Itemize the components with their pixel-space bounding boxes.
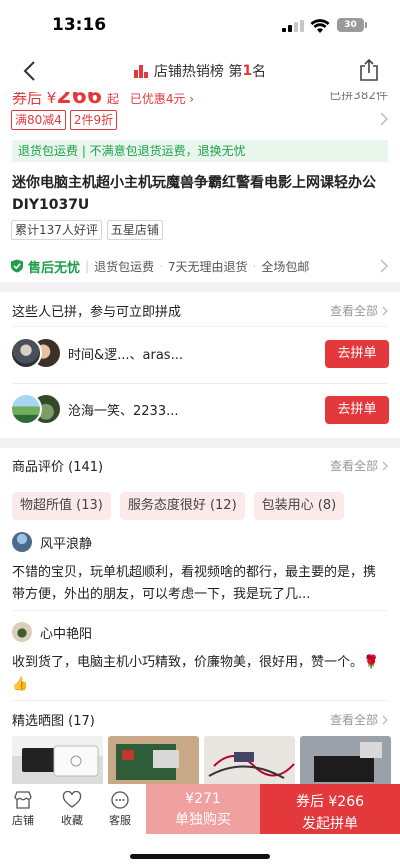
avatar: [12, 622, 32, 642]
group-row[interactable]: 时间&逻...、aras... 去拼单: [0, 327, 400, 381]
home-indicator[interactable]: [130, 854, 270, 859]
review-user-name: 风平浪静: [40, 536, 93, 552]
group-buy-section: 这些人已拼，参与可立即拼成 查看全部 时间&逻...、aras... 去拼单 沧…: [0, 292, 400, 438]
stat-tags: 累计137人好评 五星店铺: [11, 220, 163, 240]
reviews-section: 商品评价 (141) 查看全部 物超所值 (13) 服务态度很好 (12) 包装…: [0, 448, 400, 700]
review-user: 心中艳阳: [12, 622, 92, 642]
tab-favorite[interactable]: 收藏: [52, 784, 92, 834]
buy-single-button[interactable]: ¥271 单独购买: [146, 784, 260, 834]
view-all-label: 查看全部: [329, 713, 378, 727]
wifi-icon: [310, 19, 330, 33]
divider: [12, 700, 388, 701]
photo-strip: [12, 736, 391, 784]
review-user: 风平浪静: [12, 532, 92, 552]
group-price: 券后 ¥266: [295, 794, 365, 810]
product-info-card: 券后 ¥266 起 已优惠4元 › 已拼382件 满80减4 2件9折 退货包运…: [0, 92, 400, 282]
group-row[interactable]: 沧海一笑、2233... 去拼单: [0, 383, 400, 437]
service-item: 7天无理由退货: [167, 259, 248, 274]
photos-title: 精选晒图 (17): [12, 714, 95, 729]
share-icon[interactable]: [358, 58, 380, 82]
chevron-right-icon: [382, 715, 388, 724]
review-photo[interactable]: [204, 736, 295, 784]
chat-icon: [111, 791, 129, 809]
heart-icon: [62, 791, 82, 808]
group-avatars: [10, 393, 66, 427]
nav-bar: 店铺热销榜 第1名: [0, 50, 400, 92]
chevron-right-icon[interactable]: [380, 112, 388, 126]
return-shipping-banner[interactable]: 退货包运费 | 不满意包退货运费，退换无忧: [12, 140, 388, 162]
view-all-label: 查看全部: [329, 304, 378, 318]
nav-title-suffix: 名: [252, 64, 267, 80]
view-all-link[interactable]: 查看全部: [330, 302, 388, 319]
shield-check-icon: [11, 259, 23, 273]
single-label: 单独购买: [175, 812, 231, 828]
view-all-link[interactable]: 查看全部: [330, 711, 388, 728]
service-item: 全场包邮: [261, 259, 310, 274]
group-buy-title: 这些人已拼，参与可立即拼成: [12, 305, 182, 320]
status-bar: 13:16 30: [0, 0, 400, 50]
stat-tag-store[interactable]: 五星店铺: [106, 220, 163, 240]
review-photo[interactable]: [108, 736, 199, 784]
view-all-label: 查看全部: [329, 459, 378, 473]
tab-label: 收藏: [61, 814, 83, 827]
divider: [12, 610, 388, 611]
view-all-link[interactable]: 查看全部: [330, 457, 388, 474]
nav-title[interactable]: 店铺热销榜 第1名: [0, 50, 400, 92]
price-row: 券后 ¥266 起 已优惠4元 ›: [12, 92, 194, 109]
home-indicator-area: [0, 834, 400, 866]
review-photo[interactable]: [300, 736, 391, 784]
chevron-right-icon: [382, 461, 388, 470]
price-suffix: 起: [107, 92, 120, 106]
avatar: [12, 532, 32, 552]
avatar: [10, 337, 42, 369]
promo-tag[interactable]: 2件9折: [69, 110, 118, 130]
review-user-name: 心中艳阳: [40, 626, 93, 642]
avatar: [10, 393, 42, 425]
battery-icon: 30: [337, 18, 364, 32]
status-time: 13:16: [52, 15, 107, 35]
group-member-names: 沧海一笑、2233...: [68, 404, 179, 419]
ranking-icon: [133, 65, 148, 78]
page: 13:16 30 店铺热销榜 第1名 券后 ¥266 起 已优惠4元 › 已拼3…: [0, 0, 400, 866]
service-main: 售后无忧: [28, 260, 81, 276]
bottom-action-bar: 店铺 收藏 客服 ¥271 单独购买 券后 ¥266 发起拼单: [0, 784, 400, 834]
review-photo[interactable]: [12, 736, 103, 784]
reviews-title: 商品评价 (141): [12, 460, 104, 475]
chevron-right-icon: [382, 306, 388, 315]
tab-store[interactable]: 店铺: [3, 784, 43, 834]
review-chip[interactable]: 服务态度很好 (12): [119, 492, 245, 520]
stat-tag-reviews[interactable]: 累计137人好评: [11, 220, 102, 240]
group-label: 发起拼单: [302, 816, 358, 832]
price-value: 266: [56, 92, 103, 109]
photos-section: 精选晒图 (17) 查看全部: [0, 700, 400, 784]
service-item: 退货包运费: [94, 259, 155, 274]
battery-tip: [365, 22, 367, 28]
group-avatars: [10, 337, 66, 371]
coupon-text[interactable]: 已优惠4元 ›: [130, 92, 194, 106]
tab-label: 店铺: [12, 814, 34, 827]
tab-customer-service[interactable]: 客服: [100, 784, 140, 834]
cellular-signal-icon: [282, 20, 304, 32]
review-chip[interactable]: 包装用心 (8): [253, 492, 345, 520]
review-tag-chips: 物超所值 (13) 服务态度很好 (12) 包装用心 (8): [12, 492, 345, 520]
store-icon: [14, 791, 32, 809]
review-text[interactable]: 收到货了，电脑主机小巧精致，价廉物美，很好用，赞一个。🌹👍: [12, 652, 388, 696]
review-chip[interactable]: 物超所值 (13): [12, 492, 111, 520]
promo-tag[interactable]: 满80减4: [11, 110, 66, 130]
tab-label: 客服: [109, 814, 131, 827]
product-title: 迷你电脑主机超小主机玩魔兽争霸红警看电影上网课轻办公DIY1037U: [12, 175, 376, 213]
nav-rank-number: 1: [242, 63, 253, 79]
chevron-right-icon: [380, 259, 388, 273]
join-group-button[interactable]: 去拼单: [325, 396, 389, 424]
after-sales-service-row[interactable]: 售后无忧 | 退货包运费 · 7天无理由退货 · 全场包邮: [10, 254, 390, 278]
nav-title-prefix: 店铺热销榜 第: [153, 64, 243, 80]
join-group-button[interactable]: 去拼单: [325, 340, 389, 368]
review-text[interactable]: 不错的宝贝，玩单机超顺利，看视频啥的都行，最主要的是，携带方便，外出的朋友，可以…: [12, 562, 388, 606]
promo-tags: 满80减4 2件9折: [11, 110, 118, 130]
price-prefix: 券后 ¥: [12, 92, 57, 107]
single-price: ¥271: [185, 791, 221, 807]
start-group-buy-button[interactable]: 券后 ¥266 发起拼单: [260, 784, 400, 834]
group-member-names: 时间&逻...、aras...: [68, 348, 183, 363]
sold-count: 已拼382件: [329, 92, 388, 102]
